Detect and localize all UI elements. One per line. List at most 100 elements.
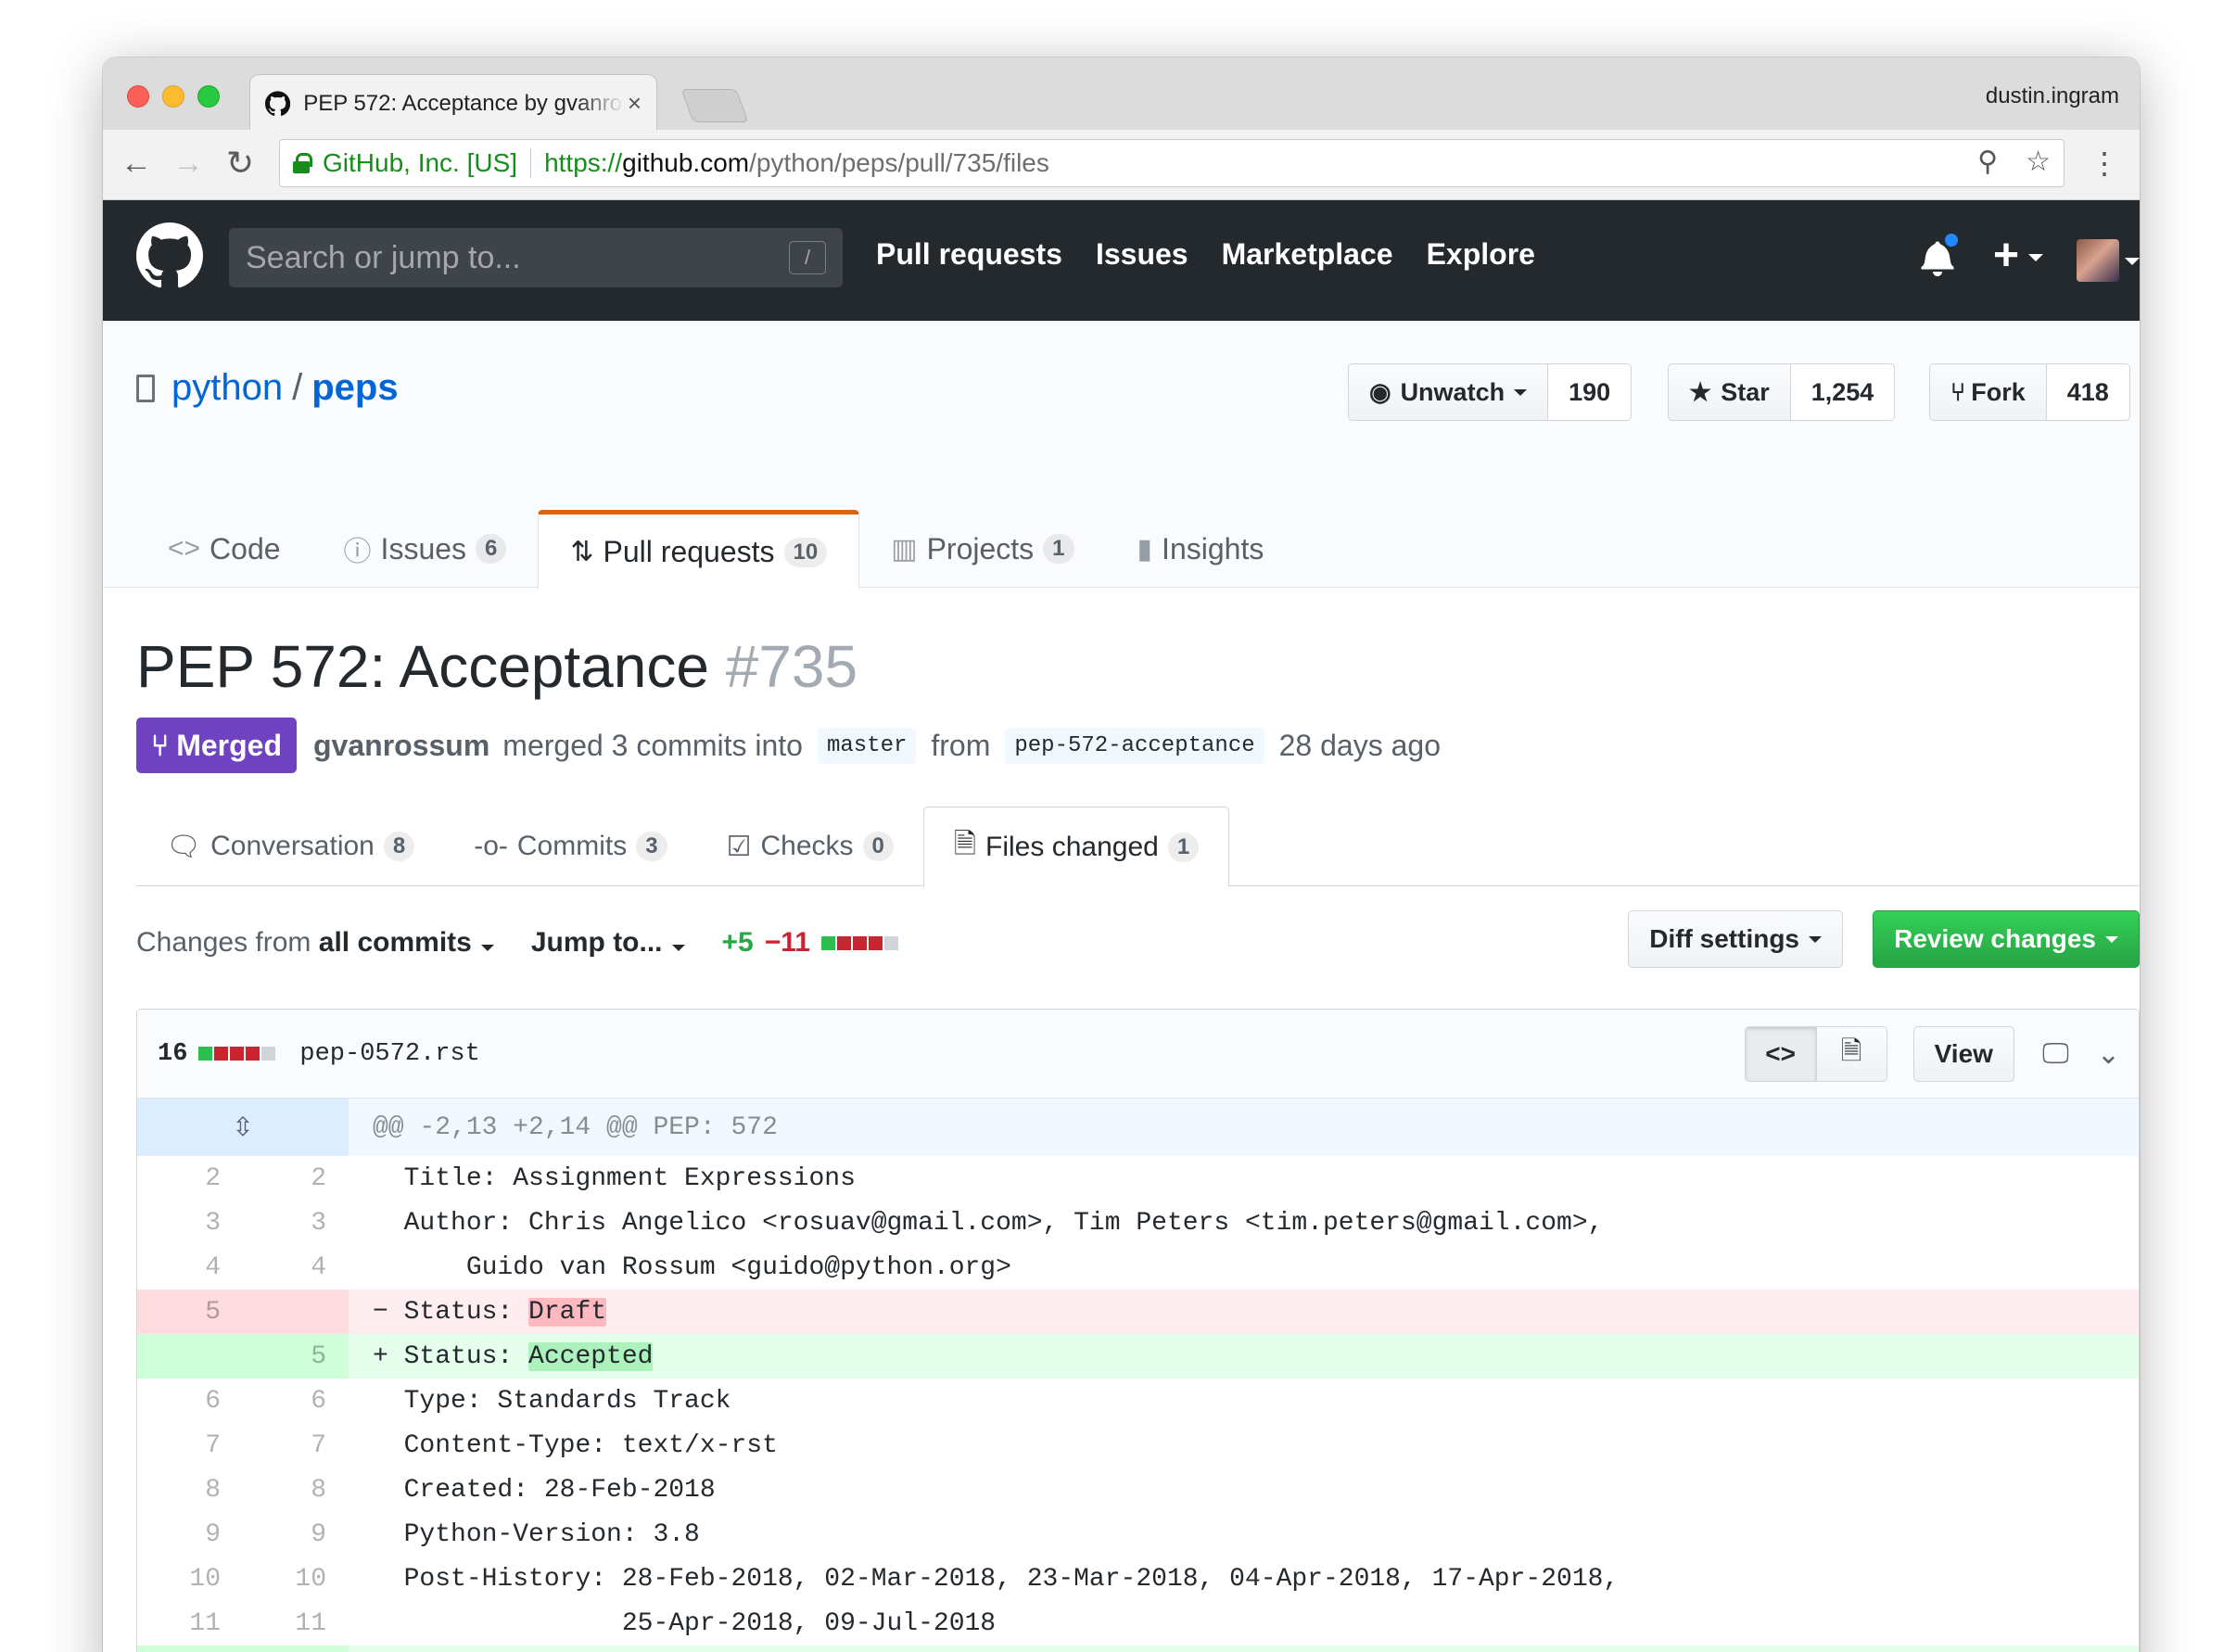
old-line-number[interactable] (137, 1334, 243, 1379)
new-tab-button[interactable] (680, 89, 749, 122)
old-line-number[interactable]: 2 (137, 1156, 243, 1201)
new-line-number[interactable]: 8 (243, 1468, 349, 1512)
unfold-icon[interactable]: ⇳ (137, 1099, 349, 1156)
display-icon[interactable]: 🖵 (2042, 1038, 2069, 1070)
diff-settings-button[interactable]: Diff settings (1628, 910, 1843, 968)
old-line-number[interactable]: 4 (137, 1245, 243, 1290)
chevron-down-icon[interactable]: ⌄ (2097, 1038, 2120, 1071)
browser-menu-icon[interactable]: ⋮ (2090, 146, 2119, 180)
user-avatar[interactable] (2077, 239, 2119, 282)
old-line-number[interactable]: 6 (137, 1379, 243, 1423)
nav-issues[interactable]: Issues (1096, 237, 1188, 272)
caret-down-icon[interactable] (2125, 258, 2140, 265)
unwatch-button[interactable]: ◉ Unwatch (1348, 363, 1549, 421)
old-line-number[interactable]: 8 (137, 1468, 243, 1512)
code-text: Status: (403, 1297, 529, 1327)
nav-marketplace[interactable]: Marketplace (1222, 237, 1393, 272)
nav-pull-requests[interactable]: Pull requests (876, 237, 1062, 272)
new-line-number[interactable]: 7 (243, 1423, 349, 1468)
files-changed-counter: 1 (1167, 832, 1200, 862)
notifications-button[interactable] (1921, 232, 1960, 276)
source-diff-button[interactable]: <> (1745, 1027, 1816, 1081)
zoom-icon[interactable]: ⚲ (1977, 146, 1998, 178)
old-line-number[interactable]: 10 (137, 1557, 243, 1601)
review-changes-button[interactable]: Review changes (1873, 910, 2140, 968)
profile-name[interactable]: dustin.ingram (1986, 83, 2119, 109)
search-input[interactable]: Search or jump to... / (229, 228, 843, 287)
repo-name-link[interactable]: peps (311, 367, 398, 409)
checklist-icon: ☑ (726, 831, 752, 862)
tab-label: Files changed (985, 831, 1159, 862)
tab-code[interactable]: <> Code (136, 510, 312, 588)
browser-toolbar: ← → ↻ GitHub, Inc. [US] https://github.c… (103, 130, 2140, 200)
old-line-number[interactable]: 11 (137, 1601, 243, 1646)
head-branch[interactable]: pep-572-acceptance (1005, 727, 1264, 764)
new-line-number[interactable]: 4 (243, 1245, 349, 1290)
diff-line: 77 Content-Type: text/x-rst (137, 1423, 2139, 1468)
tab-checks[interactable]: ☑ Checks 0 (697, 807, 923, 886)
close-window-button[interactable] (127, 85, 149, 108)
browser-tab-active[interactable]: PEP 572: Acceptance by gvanrossum × (249, 74, 657, 132)
repo-owner-link[interactable]: python (172, 367, 283, 409)
old-line-number[interactable]: 5 (137, 1290, 243, 1334)
ev-certificate-label[interactable]: GitHub, Inc. [US] (323, 148, 517, 178)
base-branch[interactable]: master (817, 727, 917, 764)
old-line-number[interactable]: 3 (137, 1201, 243, 1245)
code-text: 25-Apr-2018, 09-Jul-2018 (403, 1608, 997, 1638)
new-line-number[interactable]: 11 (243, 1601, 349, 1646)
code-icon: <> (168, 533, 201, 564)
new-line-number[interactable]: 6 (243, 1379, 349, 1423)
tab-conversation[interactable]: 🗨 Conversation 8 (136, 807, 444, 886)
old-line-number[interactable] (137, 1646, 243, 1652)
new-line-number[interactable]: 3 (243, 1201, 349, 1245)
rich-diff-button[interactable]: 🗎 (1815, 1027, 1887, 1081)
new-line-number[interactable] (243, 1290, 349, 1334)
search-placeholder: Search or jump to... (246, 239, 521, 275)
view-file-button[interactable]: View (1912, 1026, 2014, 1082)
changes-from-dropdown[interactable]: Changes from all commits (136, 927, 494, 959)
tab-pull-requests[interactable]: ⇅ Pull requests 10 (538, 510, 860, 590)
state-label: Merged (176, 728, 282, 762)
close-tab-icon[interactable]: × (628, 89, 642, 118)
new-line-number[interactable]: 9 (243, 1512, 349, 1557)
diffstat-block (246, 1047, 260, 1061)
star-bookmark-icon[interactable]: ☆ (2026, 146, 2051, 178)
star-label: Star (1721, 377, 1770, 406)
old-line-number[interactable]: 7 (137, 1423, 243, 1468)
new-line-number[interactable]: 5 (243, 1334, 349, 1379)
minimize-window-button[interactable] (162, 85, 184, 108)
new-line-number[interactable]: 12 (243, 1646, 349, 1652)
old-line-number[interactable]: 9 (137, 1512, 243, 1557)
tab-commits[interactable]: -o- Commits 3 (444, 807, 696, 886)
fork-button[interactable]: ⑂ Fork (1929, 363, 2047, 421)
back-arrow-icon[interactable]: ← (116, 143, 157, 184)
merge-action-text: merged 3 commits into (502, 728, 803, 762)
projects-counter: 1 (1043, 534, 1074, 564)
reload-icon[interactable]: ↻ (220, 143, 260, 184)
nav-explore[interactable]: Explore (1427, 237, 1535, 272)
star-button[interactable]: ★ Star (1668, 363, 1791, 421)
jump-to-dropdown[interactable]: Jump to... (531, 927, 685, 959)
diffstat-block (230, 1047, 245, 1061)
tab-insights[interactable]: ▮ Insights (1106, 510, 1296, 588)
watch-count[interactable]: 190 (1548, 363, 1633, 421)
zoom-window-button[interactable] (197, 85, 220, 108)
tab-issues[interactable]: ⓘ Issues 6 (312, 510, 539, 588)
new-line-number[interactable]: 10 (243, 1557, 349, 1601)
fork-count[interactable]: 418 (2046, 363, 2130, 421)
create-new-dropdown[interactable]: + (1993, 228, 2043, 284)
new-line-number[interactable]: 2 (243, 1156, 349, 1201)
caret-down-icon (671, 945, 685, 951)
tab-projects[interactable]: ▥ Projects 1 (859, 510, 1105, 588)
author-link[interactable]: gvanrossum (313, 729, 489, 763)
address-bar[interactable]: GitHub, Inc. [US] https://github.com/pyt… (279, 139, 2064, 187)
github-mark-icon[interactable] (136, 222, 203, 289)
file-name[interactable]: pep-0572.rst (299, 1040, 479, 1068)
star-count[interactable]: 1,254 (1790, 363, 1896, 421)
tab-files-changed[interactable]: 🗎 Files changed 1 (922, 807, 1230, 887)
issues-counter: 6 (476, 534, 507, 564)
diff-marker (373, 1209, 404, 1238)
forward-arrow-icon[interactable]: → (168, 143, 209, 184)
tab-label: Issues (380, 531, 467, 565)
tab-strip: PEP 572: Acceptance by gvanrossum × dust… (103, 57, 2140, 132)
